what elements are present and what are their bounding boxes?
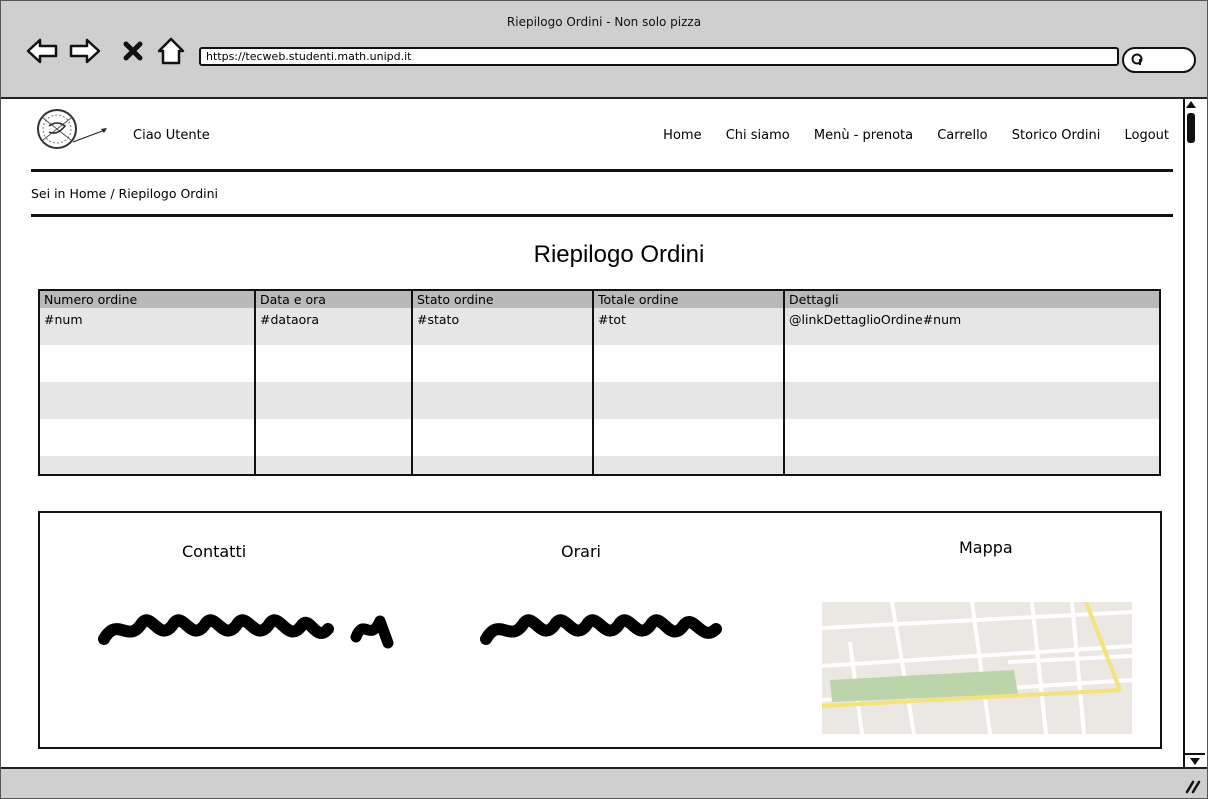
- column-header: Numero ordine: [39, 290, 256, 308]
- orari-scribble: [480, 614, 722, 645]
- main-navigation: Home Chi siamo Menù - prenota Carrello S…: [643, 128, 1169, 143]
- window-title: Riepilogo Ordini - Non solo pizza: [506, 15, 702, 29]
- address-bar[interactable]: https://tecweb.studenti.math.unipd.it: [199, 47, 1119, 66]
- table-cell: [784, 456, 1160, 475]
- user-greeting: Ciao Utente: [133, 128, 210, 143]
- table-cell: [39, 382, 256, 419]
- page-title: Riepilogo Ordini: [533, 241, 705, 268]
- orari-title: Orari: [561, 542, 601, 561]
- table-cell: [39, 456, 256, 475]
- table-cell: [593, 382, 785, 419]
- table-cell: [255, 345, 413, 382]
- nav-home[interactable]: Home: [663, 128, 701, 143]
- column-header: Data e ora: [255, 290, 413, 308]
- scroll-down-arrow-icon[interactable]: [1190, 758, 1200, 765]
- table-row: [39, 419, 1160, 456]
- browser-search-button[interactable]: [1122, 47, 1196, 73]
- contatti-scribble: [98, 614, 394, 649]
- table-cell: [593, 345, 785, 382]
- table-cell: #tot: [593, 308, 785, 345]
- browser-window: Riepilogo Ordini - Non solo pizza https:…: [0, 0, 1208, 799]
- page-footer: Contatti Orari Mappa: [38, 511, 1162, 749]
- pizzeria-logo: [37, 109, 107, 149]
- scroll-up-arrow-icon[interactable]: [1186, 101, 1196, 108]
- table-cell: [784, 382, 1160, 419]
- nav-storico-ordini[interactable]: Storico Ordini: [1012, 128, 1101, 143]
- table-cell: [412, 382, 594, 419]
- column-header: Totale ordine: [593, 290, 785, 308]
- column-header: Stato ordine: [412, 290, 594, 308]
- browser-toolbar: Riepilogo Ordini - Non solo pizza https:…: [1, 1, 1207, 99]
- table-cell: [784, 419, 1160, 456]
- browser-status-bar: [1, 767, 1207, 798]
- back-arrow-icon[interactable]: [25, 33, 61, 69]
- forward-arrow-icon[interactable]: [66, 33, 102, 69]
- table-cell: [255, 382, 413, 419]
- nav-carrello[interactable]: Carrello: [937, 128, 987, 143]
- breadcrumb: Sei in Home / Riepilogo Ordini: [31, 186, 219, 201]
- vertical-scrollbar[interactable]: [1183, 99, 1207, 767]
- contatti-title: Contatti: [182, 542, 247, 561]
- table-row: #num #dataora #stato #tot @linkDettaglio…: [39, 308, 1160, 345]
- home-icon[interactable]: [153, 33, 189, 69]
- orders-table: Numero ordine Data e ora Stato ordine To…: [38, 289, 1161, 476]
- table-cell: #num: [39, 308, 256, 345]
- table-cell: [784, 345, 1160, 382]
- table-cell: [412, 419, 594, 456]
- table-cell: #dataora: [255, 308, 413, 345]
- nav-menu-prenota[interactable]: Menù - prenota: [814, 128, 913, 143]
- table-cell: [255, 419, 413, 456]
- breadcrumb-divider: [31, 214, 1173, 217]
- table-cell: [412, 345, 594, 382]
- table-cell: [593, 419, 785, 456]
- search-icon: [1131, 53, 1143, 65]
- header-divider: [31, 169, 1173, 172]
- location-map[interactable]: [822, 602, 1132, 734]
- table-cell: #stato: [412, 308, 594, 345]
- table-cell: [593, 456, 785, 475]
- mappa-title: Mappa: [959, 538, 1013, 557]
- nav-chi-siamo[interactable]: Chi siamo: [726, 128, 790, 143]
- table-cell: [39, 345, 256, 382]
- resize-grip-icon[interactable]: [1185, 780, 1201, 794]
- table-row: [39, 345, 1160, 382]
- scrollbar-thumb[interactable]: [1187, 113, 1195, 143]
- page-viewport: Ciao Utente Home Chi siamo Menù - prenot…: [1, 99, 1183, 767]
- table-cell: [412, 456, 594, 475]
- table-cell: [255, 456, 413, 475]
- table-header-row: Numero ordine Data e ora Stato ordine To…: [39, 290, 1160, 308]
- table-cell: [39, 419, 256, 456]
- order-detail-link[interactable]: @linkDettaglioOrdine#num: [784, 308, 1160, 345]
- close-icon[interactable]: [115, 33, 151, 69]
- column-header: Dettagli: [784, 290, 1160, 308]
- table-row: [39, 382, 1160, 419]
- table-row: [39, 456, 1160, 475]
- nav-logout[interactable]: Logout: [1124, 128, 1169, 143]
